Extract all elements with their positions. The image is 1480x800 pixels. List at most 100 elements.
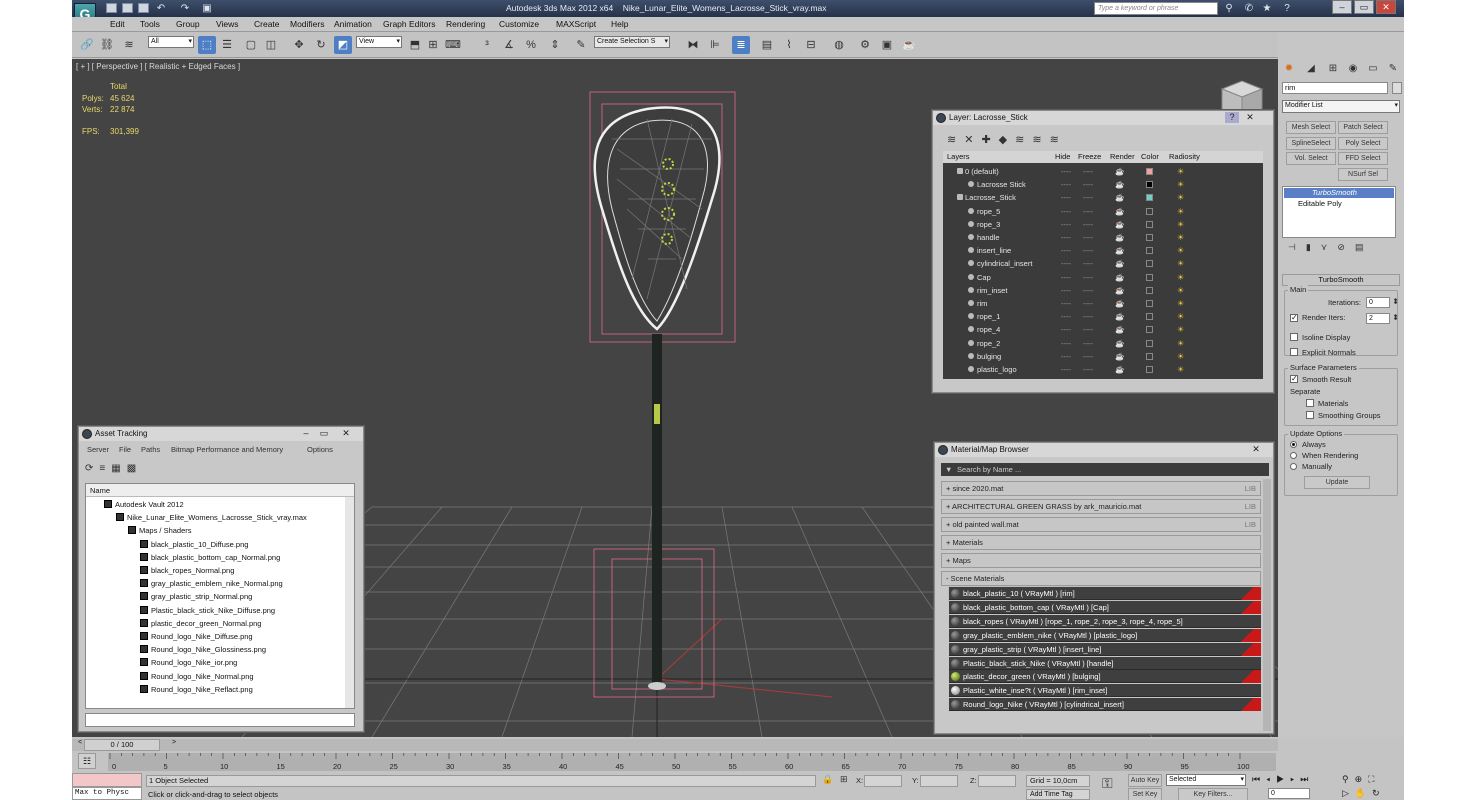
- menu-help[interactable]: Help: [611, 19, 628, 29]
- menu-tools[interactable]: Tools: [140, 19, 160, 29]
- maximize-icon[interactable]: ▭: [1354, 0, 1374, 14]
- radiosity-icon[interactable]: ☀: [1177, 337, 1184, 350]
- layer-row[interactable]: rope_5 ---- ---- ☕ ☀: [943, 205, 1263, 218]
- motion-tab-icon[interactable]: ◉: [1346, 62, 1360, 76]
- align-icon[interactable]: ⊫: [706, 36, 724, 54]
- layer-row[interactable]: rim ---- ---- ☕ ☀: [943, 297, 1263, 310]
- radiosity-icon[interactable]: ☀: [1177, 323, 1184, 336]
- open-file-icon[interactable]: [122, 3, 133, 13]
- asset-scrollbar[interactable]: [345, 497, 354, 708]
- hide-toggle[interactable]: ----: [1061, 297, 1071, 310]
- asset-menu-server[interactable]: Server: [87, 445, 109, 454]
- iterations-spinner[interactable]: 0: [1366, 297, 1399, 308]
- asset-row[interactable]: gray_plastic_emblem_nike_Normal.png: [86, 577, 283, 590]
- render-toggle-icon[interactable]: ☕: [1115, 191, 1124, 204]
- spinner-snap-icon[interactable]: ⇕: [546, 36, 564, 54]
- project-folder-icon[interactable]: ▣: [200, 2, 214, 15]
- radiosity-icon[interactable]: ☀: [1177, 284, 1184, 297]
- freeze-toggle[interactable]: ----: [1083, 257, 1093, 270]
- patch-select-button[interactable]: Patch Select: [1338, 121, 1388, 134]
- radiosity-icon[interactable]: ☀: [1177, 218, 1184, 231]
- render-toggle-icon[interactable]: ☕: [1115, 284, 1124, 297]
- layer-row[interactable]: rope_3 ---- ---- ☕ ☀: [943, 218, 1263, 231]
- layer-color-swatch[interactable]: [1146, 194, 1153, 202]
- radiosity-icon[interactable]: ☀: [1177, 271, 1184, 284]
- snap-toggle-icon[interactable]: ³: [478, 36, 496, 54]
- scene-material-row[interactable]: Round_logo_Nike ( VRayMtl ) [cylindrical…: [949, 698, 1261, 712]
- asset-close-icon[interactable]: ✕: [339, 428, 353, 439]
- maxscript-listener-top[interactable]: [72, 773, 142, 787]
- render-iters-checkbox[interactable]: ✓: [1290, 314, 1298, 322]
- render-toggle-icon[interactable]: ☕: [1115, 178, 1124, 191]
- material-library-item[interactable]: - Scene Materials: [941, 571, 1261, 586]
- scene-material-row[interactable]: Plastic_white_inse?t ( VRayMtl ) [rim_in…: [949, 684, 1261, 698]
- scale-icon[interactable]: ◩: [334, 36, 352, 54]
- save-file-icon[interactable]: [138, 3, 149, 13]
- update-button[interactable]: Update: [1304, 476, 1370, 489]
- hierarchy-tab-icon[interactable]: ⊞: [1326, 62, 1340, 76]
- menu-create[interactable]: Create: [254, 19, 280, 29]
- menu-maxscript[interactable]: MAXScript: [556, 19, 596, 29]
- curve-editor-icon[interactable]: ⌇: [780, 36, 798, 54]
- orbit-icon[interactable]: ↻: [1372, 788, 1386, 798]
- move-icon[interactable]: ✥: [290, 36, 308, 54]
- material-scrollbar[interactable]: [1263, 479, 1271, 731]
- menu-rendering[interactable]: Rendering: [446, 19, 485, 29]
- time-slider-thumb[interactable]: 0 / 100: [84, 739, 160, 751]
- render-toggle-icon[interactable]: ☕: [1115, 310, 1124, 323]
- hide-toggle[interactable]: ----: [1061, 244, 1071, 257]
- zoom-all-icon[interactable]: ⊕: [1355, 774, 1369, 784]
- render-production-icon[interactable]: ☕: [900, 36, 918, 54]
- material-library-item[interactable]: + old painted wall.mat LIB: [941, 517, 1261, 532]
- radiosity-icon[interactable]: ☀: [1177, 350, 1184, 363]
- schematic-view-icon[interactable]: ⊟: [802, 36, 820, 54]
- show-end-result-icon[interactable]: ▮: [1306, 242, 1321, 252]
- x-coordinate-field[interactable]: [864, 775, 902, 787]
- spline-select-button[interactable]: SplineSelect: [1286, 137, 1336, 150]
- hide-toggle[interactable]: ----: [1061, 271, 1071, 284]
- smoothing-groups-checkbox[interactable]: [1306, 411, 1314, 419]
- stack-item-editable-poly[interactable]: Editable Poly: [1284, 199, 1394, 209]
- menu-customize[interactable]: Customize: [499, 19, 539, 29]
- layer-row[interactable]: rope_2 ---- ---- ☕ ☀: [943, 337, 1263, 350]
- hide-toggle[interactable]: ----: [1061, 191, 1071, 204]
- freeze-toggle[interactable]: ----: [1083, 310, 1093, 323]
- radiosity-icon[interactable]: ☀: [1177, 310, 1184, 323]
- freeze-all-icon[interactable]: ≋: [1050, 134, 1067, 146]
- radiosity-icon[interactable]: ☀: [1177, 191, 1184, 204]
- new-file-icon[interactable]: [106, 3, 117, 13]
- layer-color-swatch[interactable]: [1146, 300, 1153, 307]
- material-search-input[interactable]: ▼ Search by Name ...: [941, 463, 1269, 476]
- asset-row[interactable]: Round_logo_Nike_Glossiness.png: [86, 643, 266, 656]
- layer-manager-icon[interactable]: ≣: [732, 36, 750, 54]
- asset-row[interactable]: Round_logo_Nike_Reflact.png: [86, 683, 253, 696]
- freeze-toggle[interactable]: ----: [1083, 337, 1093, 350]
- material-library-item[interactable]: + Maps: [941, 553, 1261, 568]
- layer-color-swatch[interactable]: [1146, 313, 1153, 321]
- layer-close-icon[interactable]: ✕: [1243, 112, 1257, 123]
- percent-snap-icon[interactable]: %: [522, 36, 540, 54]
- asset-row[interactable]: plastic_decor_green_Normal.png: [86, 617, 261, 630]
- radiosity-icon[interactable]: ☀: [1177, 297, 1184, 310]
- materials-checkbox[interactable]: [1306, 399, 1314, 407]
- window-crossing-icon[interactable]: ◫: [262, 36, 280, 54]
- create-layer-icon[interactable]: ≋: [947, 134, 964, 146]
- viewport-label[interactable]: [ + ] [ Perspective ] [ Realistic + Edge…: [76, 62, 240, 71]
- freeze-toggle[interactable]: ----: [1083, 323, 1093, 336]
- add-time-tag[interactable]: Add Time Tag: [1026, 789, 1090, 800]
- rotate-icon[interactable]: ↻: [312, 36, 330, 54]
- material-window-title[interactable]: Material/Map Browser: [935, 443, 1273, 457]
- scene-material-row[interactable]: gray_plastic_emblem_nike ( VRayMtl ) [pl…: [949, 628, 1261, 642]
- layer-color-swatch[interactable]: [1146, 286, 1153, 294]
- mini-curve-editor-icon[interactable]: ☷: [78, 753, 96, 769]
- undo-icon[interactable]: ↶: [154, 2, 168, 15]
- grid-view-icon[interactable]: ▩: [127, 463, 142, 474]
- layer-color-swatch[interactable]: [1146, 247, 1153, 255]
- col-render[interactable]: Render: [1110, 151, 1135, 163]
- hide-toggle[interactable]: ----: [1061, 337, 1071, 350]
- hide-all-icon[interactable]: ≋: [1032, 134, 1049, 146]
- layer-color-swatch[interactable]: [1146, 220, 1153, 228]
- radiosity-icon[interactable]: ☀: [1177, 257, 1184, 270]
- pivot-center-icon[interactable]: ⬒: [406, 36, 424, 54]
- render-toggle-icon[interactable]: ☕: [1115, 257, 1124, 270]
